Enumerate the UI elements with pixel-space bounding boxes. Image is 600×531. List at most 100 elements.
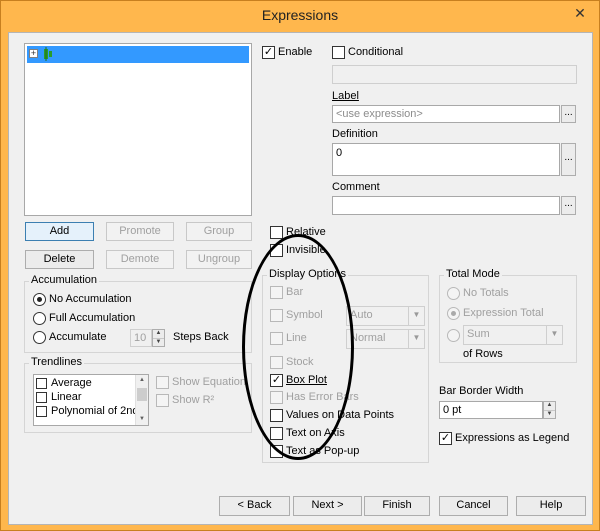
back-button[interactable]: < Back bbox=[219, 496, 290, 516]
conditional-checkbox[interactable] bbox=[332, 46, 345, 59]
full-accumulation-radio[interactable] bbox=[33, 312, 46, 325]
trendlines-scrollbar[interactable]: ▲ ▼ bbox=[135, 375, 148, 425]
trendline-polynomial-checkbox[interactable] bbox=[36, 406, 47, 417]
definition-expression-button[interactable]: ... bbox=[561, 143, 576, 176]
demote-button[interactable]: Demote bbox=[106, 250, 174, 269]
accumulate-radio[interactable] bbox=[33, 331, 46, 344]
invisible-label: Invisible bbox=[286, 244, 326, 256]
has-error-bars-checkbox[interactable] bbox=[270, 391, 283, 404]
no-totals-radio[interactable] bbox=[447, 287, 460, 300]
bar-border-width-input[interactable]: 0 pt bbox=[439, 401, 543, 419]
invisible-checkbox[interactable] bbox=[270, 244, 283, 257]
symbol-select-value: Auto bbox=[350, 309, 373, 321]
label-expression-button[interactable]: ... bbox=[561, 105, 576, 123]
expand-plus-icon[interactable]: + bbox=[29, 49, 38, 58]
title-bar[interactable]: Expressions ✕ bbox=[1, 1, 599, 31]
label-input[interactable]: <use expression> bbox=[332, 105, 560, 123]
conditional-label: Conditional bbox=[348, 46, 404, 58]
accumulate-label: Accumulate bbox=[49, 331, 107, 343]
enable-checkbox[interactable]: ✓ bbox=[262, 46, 275, 59]
show-r2-checkbox[interactable] bbox=[156, 394, 169, 407]
expression-icon bbox=[44, 47, 52, 61]
promote-button[interactable]: Promote bbox=[106, 222, 174, 241]
chevron-down-icon[interactable]: ▼ bbox=[408, 307, 424, 325]
ungroup-button[interactable]: Ungroup bbox=[186, 250, 252, 269]
no-accumulation-radio[interactable] bbox=[33, 293, 46, 306]
relative-checkbox[interactable] bbox=[270, 226, 283, 239]
line-select-value: Normal bbox=[350, 332, 386, 344]
group-button[interactable]: Group bbox=[186, 222, 252, 241]
definition-input[interactable]: 0 bbox=[332, 143, 560, 176]
bar-border-width-caption: Bar Border Width bbox=[439, 385, 524, 397]
finish-button[interactable]: Finish bbox=[364, 496, 430, 516]
steps-back-label: Steps Back bbox=[173, 331, 229, 343]
symbol-checkbox[interactable] bbox=[270, 309, 283, 322]
show-equation-label: Show Equation bbox=[172, 376, 246, 388]
definition-caption: Definition bbox=[332, 128, 378, 140]
chevron-down-icon[interactable]: ▼ bbox=[408, 330, 424, 348]
cancel-button[interactable]: Cancel bbox=[439, 496, 508, 516]
label-caption: Label bbox=[332, 90, 359, 102]
scroll-down-icon[interactable]: ▼ bbox=[136, 414, 148, 425]
box-plot-label: Box Plot bbox=[286, 374, 327, 386]
expression-total-label: Expression Total bbox=[463, 307, 544, 319]
add-button[interactable]: Add bbox=[25, 222, 94, 241]
line-checkbox[interactable] bbox=[270, 332, 283, 345]
bar-checkbox[interactable] bbox=[270, 286, 283, 299]
tree-item-selected[interactable]: + bbox=[27, 46, 249, 63]
scroll-up-icon[interactable]: ▲ bbox=[136, 375, 148, 386]
spin-up-icon[interactable]: ▲ bbox=[544, 402, 555, 410]
bar-border-width-spinner[interactable]: ▲ ▼ bbox=[543, 401, 556, 419]
text-as-popup-checkbox[interactable] bbox=[270, 445, 283, 458]
line-select[interactable]: Normal ▼ bbox=[346, 329, 425, 349]
list-item[interactable]: Linear bbox=[36, 391, 144, 405]
line-label: Line bbox=[286, 332, 307, 344]
conditional-input[interactable] bbox=[332, 65, 577, 84]
has-error-bars-label: Has Error Bars bbox=[286, 391, 359, 403]
full-accumulation-label: Full Accumulation bbox=[49, 312, 136, 324]
relative-label: Relative bbox=[286, 226, 326, 238]
bar-label: Bar bbox=[286, 286, 304, 298]
delete-button[interactable]: Delete bbox=[25, 250, 94, 269]
show-equation-checkbox[interactable] bbox=[156, 376, 169, 389]
trendline-average-checkbox[interactable] bbox=[36, 378, 47, 389]
spin-up-icon[interactable]: ▲ bbox=[153, 330, 164, 338]
display-options-title: Display Options bbox=[267, 268, 349, 280]
expression-tree[interactable]: + bbox=[24, 43, 252, 216]
symbol-select[interactable]: Auto ▼ bbox=[346, 306, 425, 326]
no-accumulation-label: No Accumulation bbox=[49, 293, 132, 305]
accumulation-title: Accumulation bbox=[29, 274, 100, 286]
spin-down-icon[interactable]: ▼ bbox=[544, 410, 555, 418]
spin-down-icon[interactable]: ▼ bbox=[153, 338, 164, 346]
expressions-as-legend-checkbox[interactable]: ✓ bbox=[439, 432, 452, 445]
stock-checkbox[interactable] bbox=[270, 356, 283, 369]
no-totals-label: No Totals bbox=[463, 287, 509, 299]
sum-radio[interactable] bbox=[447, 329, 460, 342]
values-on-data-points-checkbox[interactable] bbox=[270, 409, 283, 422]
list-item[interactable]: Average bbox=[36, 377, 144, 391]
comment-caption: Comment bbox=[332, 181, 380, 193]
close-icon[interactable]: ✕ bbox=[567, 2, 593, 26]
help-button[interactable]: Help bbox=[516, 496, 586, 516]
sum-select[interactable]: Sum ▼ bbox=[463, 325, 563, 345]
trendlines-list[interactable]: Average Linear Polynomial of 2nd d ▲ ▼ bbox=[33, 374, 149, 426]
steps-back-spinner[interactable]: ▲ ▼ bbox=[152, 329, 165, 347]
chevron-down-icon[interactable]: ▼ bbox=[546, 326, 562, 344]
stock-label: Stock bbox=[286, 356, 314, 368]
next-button[interactable]: Next > bbox=[293, 496, 362, 516]
trendline-linear-checkbox[interactable] bbox=[36, 392, 47, 403]
steps-back-input[interactable]: 10 bbox=[130, 329, 152, 347]
scroll-thumb[interactable] bbox=[137, 388, 147, 401]
window-title: Expressions bbox=[261, 7, 339, 23]
text-on-axis-checkbox[interactable] bbox=[270, 427, 283, 440]
expressions-as-legend-label: Expressions as Legend bbox=[455, 432, 570, 444]
enable-label: Enable bbox=[278, 46, 313, 58]
list-item[interactable]: Polynomial of 2nd d bbox=[36, 405, 148, 419]
comment-input[interactable] bbox=[332, 196, 560, 215]
trendline-label: Average bbox=[51, 377, 92, 389]
comment-expression-button[interactable]: ... bbox=[561, 196, 576, 215]
text-as-popup-label: Text as Pop-up bbox=[286, 445, 360, 457]
expression-total-radio[interactable] bbox=[447, 307, 460, 320]
box-plot-checkbox[interactable]: ✓ bbox=[270, 374, 283, 387]
of-rows-label: of Rows bbox=[463, 348, 503, 360]
